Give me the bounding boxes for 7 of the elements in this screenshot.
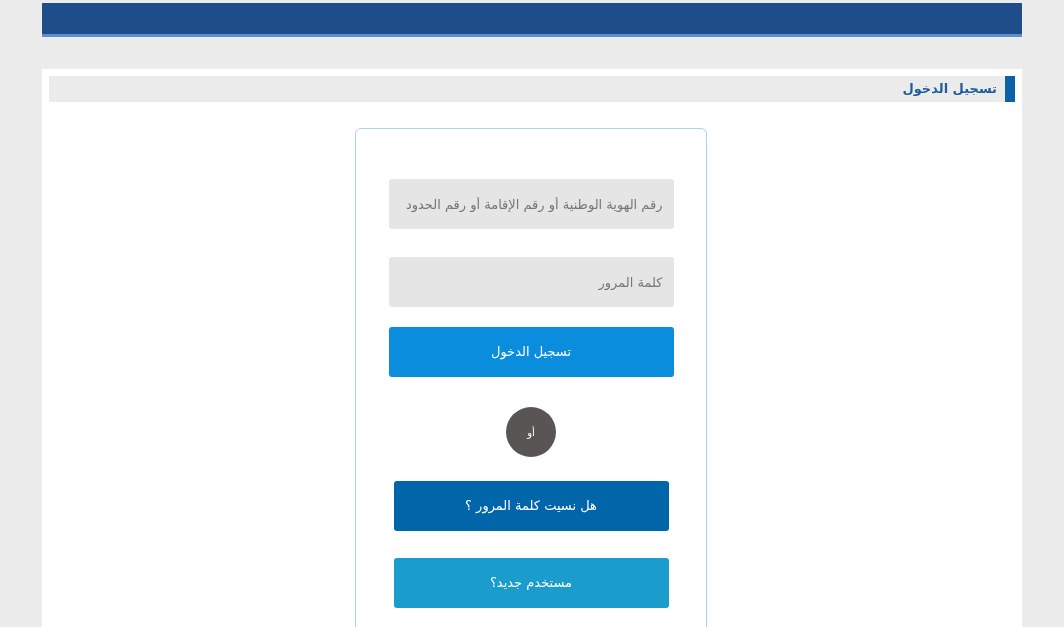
register-button[interactable]: مستخدم جديد؟ xyxy=(393,558,669,608)
or-separator: أو xyxy=(506,407,556,457)
login-button[interactable]: تسجيل الدخول xyxy=(388,327,674,377)
header-accent-bar xyxy=(1005,76,1015,102)
section-title: تسجيل الدخول xyxy=(902,80,998,99)
input-field[interactable]: كلمة المرور xyxy=(388,257,674,307)
forgot-password-button[interactable]: هل نسيت كلمة المرور ؟ xyxy=(393,481,669,531)
